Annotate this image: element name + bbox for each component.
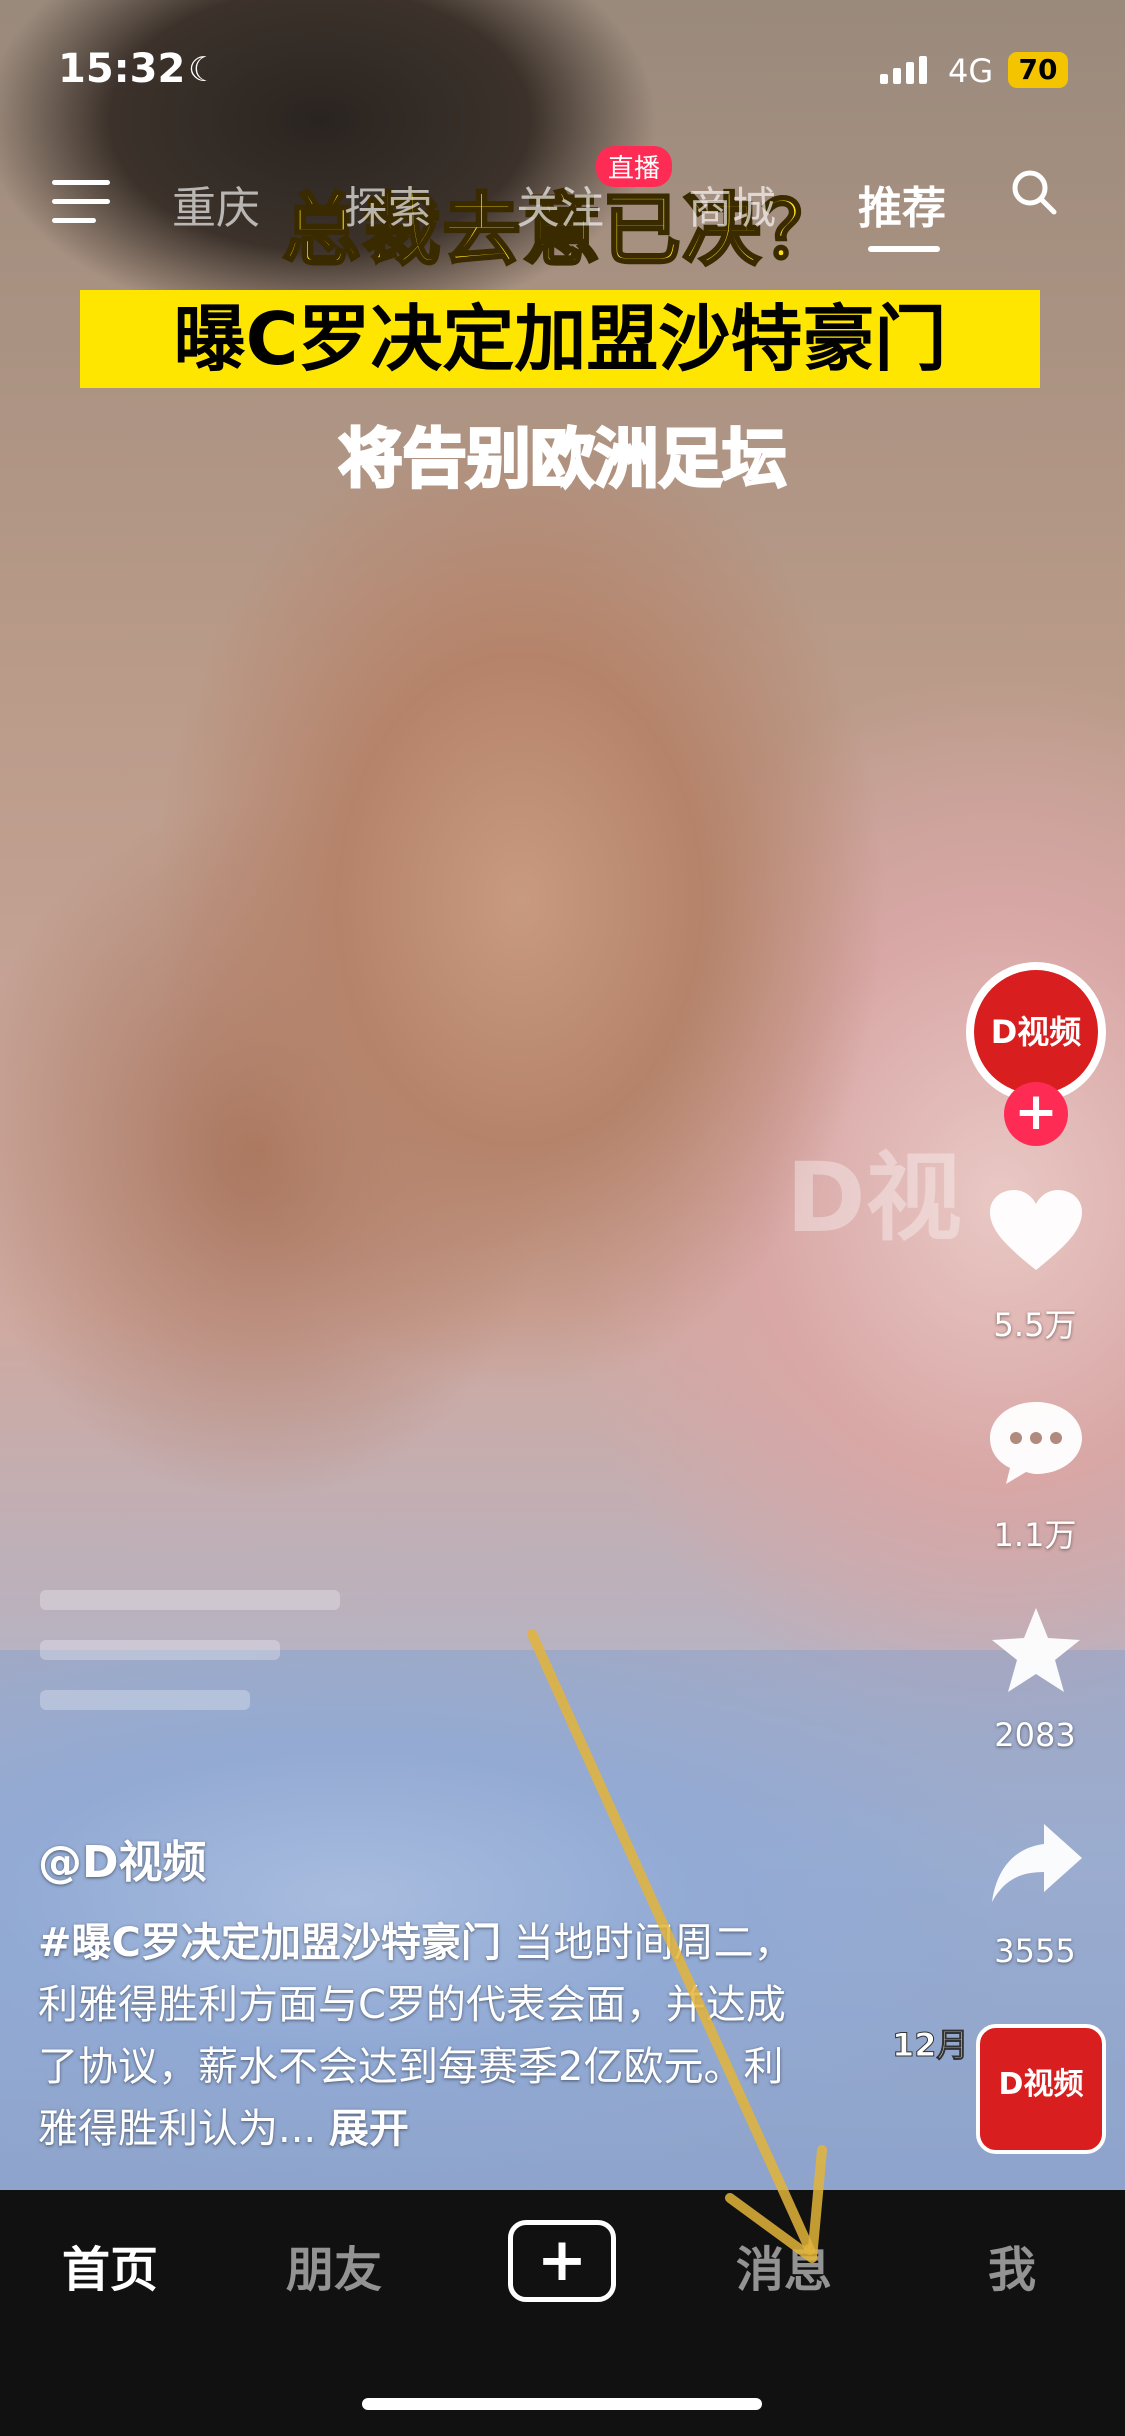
live-badge[interactable]: 直播 [596, 146, 673, 187]
favorite-count: 2083 [994, 1716, 1076, 1754]
nav-friends[interactable]: 朋友 [286, 2230, 382, 2300]
nav-home[interactable]: 首页 [62, 2230, 158, 2300]
tab-recommend[interactable]: 推荐 [858, 172, 946, 236]
heart-icon[interactable] [986, 1186, 1086, 1276]
tab-explore[interactable]: 探索 [344, 172, 432, 236]
post-hashtag[interactable]: #曝C罗决定加盟沙特豪门 [38, 1920, 501, 1966]
moon-icon: ☾ [188, 50, 219, 90]
avatar-label: D视频 [974, 970, 1098, 1094]
expand-link[interactable]: 展开 [329, 2106, 409, 2152]
create-button[interactable]: + [508, 2220, 616, 2302]
video-blurred-caption [40, 1590, 340, 1760]
nav-me[interactable]: 我 [988, 2230, 1036, 2300]
video-watermark: D视 [786, 1142, 962, 1254]
battery-indicator: 70 [1008, 52, 1068, 88]
home-indicator [362, 2398, 762, 2410]
like-count: 5.5万 [993, 1306, 1077, 1344]
author-name[interactable]: @D视频 [38, 1826, 207, 1890]
signal-icon [880, 56, 927, 84]
status-bar: 15:32 ☾ 4G 70 [0, 40, 1125, 100]
status-time: 15:32 [58, 46, 186, 92]
tab-mall[interactable]: 商城 [688, 172, 776, 236]
video-headline-3: 将告别欧洲足坛 [337, 422, 788, 499]
active-tab-indicator [868, 246, 940, 252]
screen: 15:32 ☾ 4G 70 总裁去意已决？ 曝C罗决定加盟沙特豪门 将告别欧洲足… [0, 0, 1125, 2436]
star-icon[interactable] [986, 1604, 1086, 1694]
author-avatar[interactable]: D视频 [966, 962, 1106, 1102]
comment-count: 1.1万 [993, 1516, 1077, 1554]
video-date-stamp: 12月 [892, 2026, 970, 2065]
tab-chongqing[interactable]: 重庆 [172, 172, 260, 236]
tab-following[interactable]: 关注 [516, 172, 604, 236]
share-icon[interactable] [986, 1818, 1086, 1908]
network-type: 4G [948, 52, 994, 90]
follow-button[interactable]: + [1004, 1082, 1068, 1146]
nav-messages[interactable]: 消息 [736, 2230, 832, 2300]
music-disc[interactable]: D视频 [976, 2024, 1106, 2154]
search-icon[interactable] [1010, 168, 1058, 216]
post-description[interactable]: #曝C罗决定加盟沙特豪门 当地时间周二，利雅得胜利方面与C罗的代表会面，并达成了… [38, 1912, 818, 2160]
top-nav: 重庆 探索 关注 商城 推荐 [0, 160, 1125, 252]
comment-icon[interactable] [986, 1396, 1086, 1486]
share-count: 3555 [994, 1932, 1076, 1970]
menu-icon[interactable] [52, 180, 110, 224]
video-headline-2: 曝C罗决定加盟沙特豪门 [80, 290, 1040, 388]
